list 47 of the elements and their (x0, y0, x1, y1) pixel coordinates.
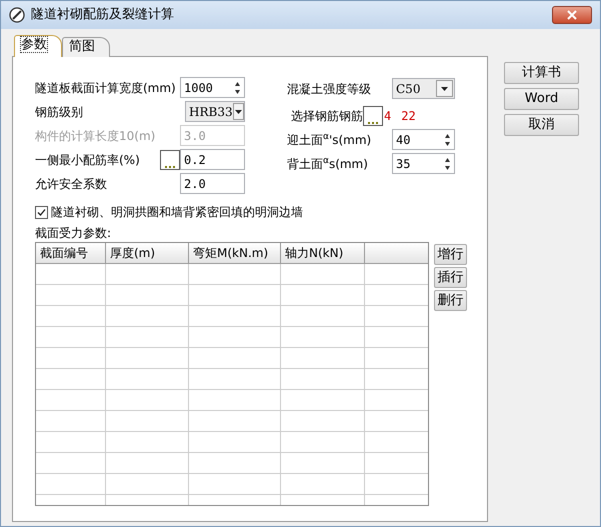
field-label: 选择钢筋钢筋 (290, 108, 363, 124)
section-label: 截面受力参数: (35, 225, 112, 242)
close-button[interactable] (552, 6, 592, 24)
action-button[interactable]: 计算书 (504, 62, 579, 84)
window-title: 隧道衬砌配筋及裂缝计算 (31, 6, 174, 24)
data-grid[interactable]: 截面编号 厚度(m) 弯矩M(kN.m) 轴力N(kN) (35, 242, 429, 506)
ellipsis-icon (367, 120, 379, 124)
column-header: 截面编号 (36, 243, 106, 263)
tab[interactable]: 参数 (14, 35, 62, 57)
field-label: 一侧最小配筋率(%) (35, 152, 141, 168)
app-icon (9, 7, 25, 23)
field-label: 钢筋级别 (35, 104, 84, 120)
column-header: 弯矩M(kN.m) (189, 243, 281, 263)
browse-button[interactable] (363, 106, 383, 126)
row-button[interactable]: 删行 (434, 290, 467, 311)
rebar-value: 4 (384, 108, 392, 124)
column-header: 轴力N(kN) (281, 243, 365, 263)
checkbox-label: 隧道衬砌、明洞拱圈和墙背紧密回填的明洞边墙 (51, 204, 303, 221)
dropdown-arrow-icon (440, 86, 449, 92)
dropdown-arrow-icon (234, 108, 243, 114)
input-field[interactable]: 0.2 (180, 149, 245, 170)
spinner-icon[interactable] (234, 81, 241, 96)
spinner-icon[interactable] (444, 157, 451, 172)
input-field[interactable]: 35 (392, 153, 455, 174)
field-label: 背土面$^{α}$s(mm) (287, 155, 369, 172)
checkbox[interactable] (35, 206, 48, 218)
spinner-icon[interactable] (444, 133, 451, 148)
tab[interactable]: 简图 (62, 37, 110, 57)
field-label: 构件的计算长度10(m) (35, 128, 156, 144)
input-field[interactable]: 40 (392, 129, 455, 150)
field-label: 隧道板截面计算宽度(mm) (35, 80, 177, 96)
ellipsis-icon (164, 164, 176, 168)
close-icon (567, 10, 577, 20)
field-label: 迎土面$^{α}$'s(mm) (287, 131, 372, 148)
action-button[interactable]: 取消 (504, 114, 579, 136)
row-button[interactable]: 增行 (434, 244, 467, 265)
dropdown[interactable]: HRB33 (185, 101, 245, 122)
rebar-value: 22 (401, 108, 416, 124)
input-field[interactable]: 2.0 (180, 173, 245, 194)
browse-button[interactable] (160, 150, 180, 170)
dropdown[interactable]: C50 (392, 78, 455, 99)
action-button[interactable]: Word (504, 88, 579, 110)
row-button[interactable]: 插行 (434, 267, 467, 288)
field-label: 允许安全系数 (35, 176, 108, 192)
column-header: 厚度(m) (106, 243, 189, 263)
field-label: 混凝土强度等级 (287, 80, 372, 98)
input-field[interactable]: 1000 (180, 77, 245, 98)
